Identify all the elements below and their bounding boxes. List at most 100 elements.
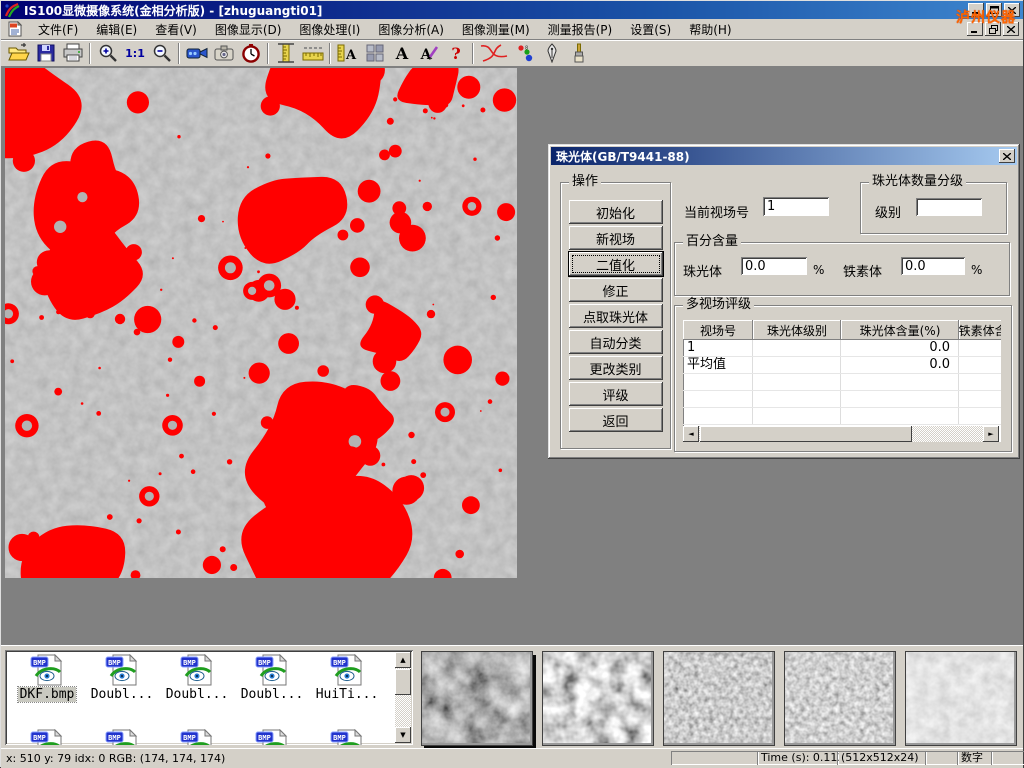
file-browser[interactable]: BMP DKF.bmp BMP Doubl... BMP Doubl... BM… — [5, 650, 413, 745]
file-item[interactable]: BMP — [86, 729, 158, 745]
micrograph-image[interactable] — [5, 68, 517, 578]
file-item[interactable]: BMP — [236, 729, 308, 745]
svg-text:BMP: BMP — [183, 734, 196, 742]
menu-item-8[interactable]: 测量报告(P) — [539, 19, 622, 40]
dialog-title-bar[interactable]: 珠光体(GB/T9441-88) — [551, 147, 1017, 165]
op-button-8[interactable]: 评级 — [569, 382, 663, 406]
bmp-file-icon: BMP — [104, 729, 140, 745]
document-system-icon[interactable] — [7, 21, 23, 37]
save-icon[interactable] — [32, 42, 59, 65]
thumbnail-4[interactable] — [784, 651, 896, 746]
zoom-in-icon[interactable] — [94, 42, 121, 65]
table-row[interactable]: 平均值0.0 — [683, 357, 1001, 374]
op-button-2[interactable]: 新视场 — [569, 226, 663, 250]
scroll-right-icon[interactable]: ► — [983, 426, 999, 442]
status-panel-empty3 — [991, 751, 1024, 765]
file-item[interactable]: BMP Doubl... — [161, 654, 233, 702]
print-icon[interactable] — [59, 42, 86, 65]
file-item[interactable]: BMP — [311, 729, 383, 745]
op-button-4[interactable]: 修正 — [569, 278, 663, 302]
scroll-down-icon[interactable]: ▼ — [395, 727, 411, 743]
file-list-row1: BMP DKF.bmp BMP Doubl... BMP Doubl... BM… — [11, 654, 383, 702]
menu-item-9[interactable]: 设置(S) — [621, 19, 680, 40]
scroll-thumb[interactable] — [700, 426, 912, 442]
ruler-icon[interactable] — [299, 42, 326, 65]
bmp-file-icon: BMP — [254, 654, 290, 686]
grid-tool-icon[interactable] — [361, 42, 388, 65]
file-item[interactable]: BMP DKF.bmp — [11, 654, 83, 702]
title-bar[interactable]: IS100显微摄像系统(金相分析版) - [zhuguangti01] — [1, 1, 1023, 19]
scroll-left-icon[interactable]: ◄ — [683, 426, 699, 442]
current-field-input[interactable] — [763, 197, 829, 216]
maximize-button[interactable] — [986, 3, 1002, 17]
dialog-close-icon[interactable] — [999, 149, 1015, 163]
table-hscrollbar[interactable]: ◄ ► — [683, 426, 999, 442]
table-row[interactable] — [683, 408, 1001, 425]
snapshot-camera-icon[interactable] — [210, 42, 237, 65]
annotate-tool-icon[interactable]: A — [415, 42, 442, 65]
svg-text:1:1: 1:1 — [125, 47, 145, 60]
timer-icon[interactable] — [237, 42, 264, 65]
table-row[interactable]: 10.0 — [683, 340, 1001, 357]
mdi-restore-button[interactable] — [985, 22, 1001, 36]
thumbnail-1[interactable] — [421, 651, 533, 746]
file-browser-scrollbar[interactable]: ▲ ▼ — [395, 652, 411, 743]
file-item[interactable]: BMP — [11, 729, 83, 745]
curve-tool-icon[interactable] — [477, 42, 511, 65]
ferrite-percent-input[interactable] — [901, 257, 965, 275]
thumbnail-2[interactable] — [542, 651, 654, 746]
menu-item-3[interactable]: 查看(V) — [146, 19, 206, 40]
bmp-file-icon: BMP — [254, 729, 290, 745]
thumbnail-5[interactable] — [905, 651, 1017, 746]
file-item[interactable]: BMP Doubl... — [236, 654, 308, 702]
file-name: HuiTi... — [314, 687, 381, 702]
mdi-minimize-button[interactable] — [967, 22, 983, 36]
op-button-1[interactable]: 初始化 — [569, 200, 663, 224]
op-button-9[interactable]: 返回 — [569, 408, 663, 432]
menu-item-7[interactable]: 图像测量(M) — [453, 19, 539, 40]
mdi-close-button[interactable] — [1003, 22, 1019, 36]
grade-input[interactable] — [916, 198, 982, 216]
table-column-2[interactable]: 珠光体级别 — [753, 320, 841, 340]
rating-table[interactable]: 视场号珠光体级别珠光体含量(%)铁素体含量(%) 10.0平均值0.0 ◄ ► — [683, 320, 1001, 442]
file-item[interactable]: BMP HuiTi... — [311, 654, 383, 702]
video-camera-icon[interactable] — [183, 42, 210, 65]
menu-item-1[interactable]: 文件(F) — [29, 19, 87, 40]
app-logo-icon — [4, 3, 20, 18]
close-button[interactable] — [1004, 3, 1020, 17]
scroll-thumb[interactable] — [395, 669, 411, 695]
minimize-button[interactable] — [968, 3, 984, 17]
pearlite-percent-input[interactable] — [741, 257, 807, 275]
help-icon[interactable]: ? — [442, 42, 469, 65]
table-column-3[interactable]: 珠光体含量(%) — [841, 320, 959, 340]
file-item[interactable]: BMP — [161, 729, 233, 745]
table-column-4[interactable]: 铁素体含量(%) — [959, 320, 1001, 340]
op-button-3[interactable]: 二值化 — [569, 252, 663, 276]
op-button-7[interactable]: 更改类别 — [569, 356, 663, 380]
file-item[interactable]: BMP Doubl... — [86, 654, 158, 702]
zoom-out-icon[interactable] — [148, 42, 175, 65]
menu-item-4[interactable]: 图像显示(D) — [206, 19, 291, 40]
menu-item-6[interactable]: 图像分析(A) — [369, 19, 453, 40]
rating-table-header: 视场号珠光体级别珠光体含量(%)铁素体含量(%) — [683, 320, 1001, 340]
table-column-1[interactable]: 视场号 — [683, 320, 753, 340]
measure-text-icon[interactable]: A — [334, 42, 361, 65]
table-row[interactable] — [683, 391, 1001, 408]
menu-item-5[interactable]: 图像处理(I) — [290, 19, 369, 40]
caliper-icon[interactable] — [272, 42, 299, 65]
open-folder-icon[interactable] — [5, 42, 32, 65]
table-row[interactable] — [683, 374, 1001, 391]
menu-item-2[interactable]: 编辑(E) — [87, 19, 146, 40]
op-button-5[interactable]: 点取珠光体 — [569, 304, 663, 328]
thumbnail-3[interactable] — [663, 651, 775, 746]
actual-size-icon[interactable]: 1:1 — [121, 42, 148, 65]
text-tool-icon[interactable]: A — [388, 42, 415, 65]
op-button-6[interactable]: 自动分类 — [569, 330, 663, 354]
grade-group-label: 珠光体数量分级 — [869, 175, 966, 189]
scroll-up-icon[interactable]: ▲ — [395, 652, 411, 668]
pen-tool-icon[interactable] — [538, 42, 565, 65]
classify-dots-icon[interactable]: 8 — [511, 42, 538, 65]
menu-item-10[interactable]: 帮助(H) — [680, 19, 740, 40]
grade-group: 珠光体数量分级 级别 — [860, 182, 1007, 234]
brush-tool-icon[interactable] — [565, 42, 592, 65]
